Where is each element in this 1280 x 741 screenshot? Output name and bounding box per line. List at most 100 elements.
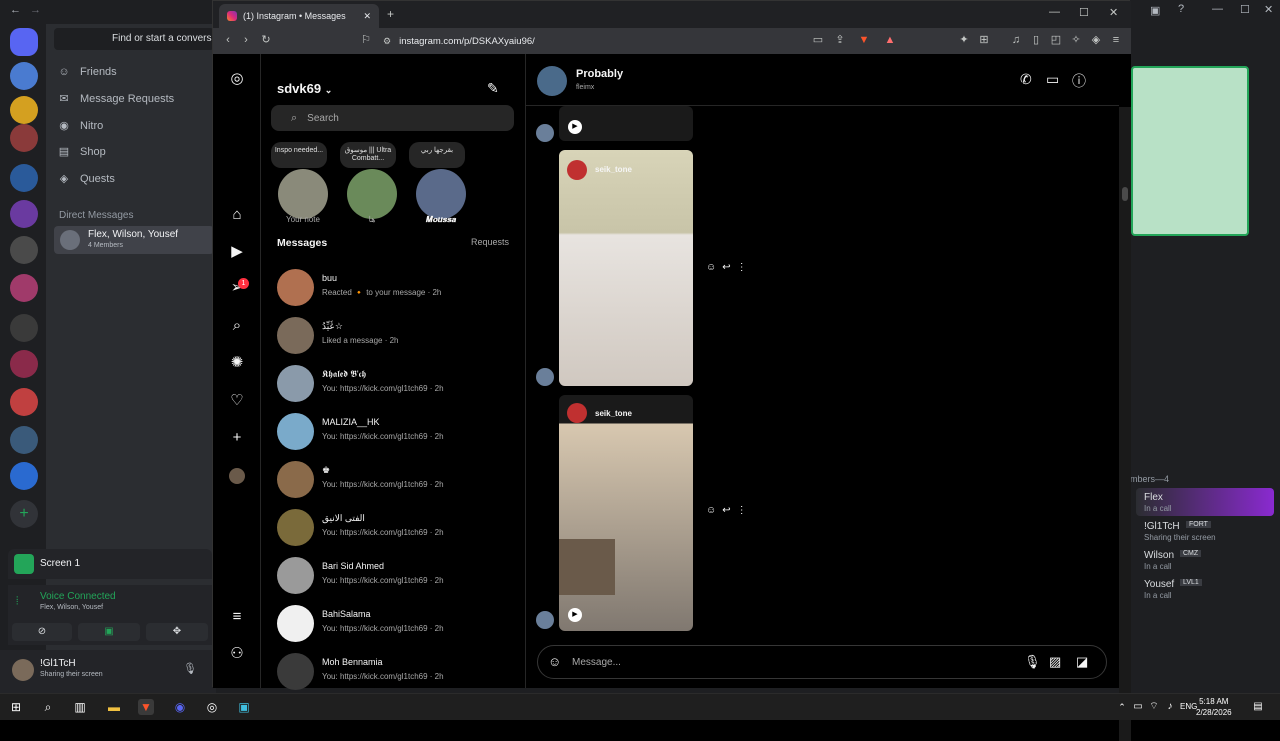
- info-icon[interactable]: ⓘ: [1072, 71, 1086, 91]
- conversation-item[interactable]: ♚ You: https://kick.com/gl1tch69 · 2h: [277, 457, 517, 503]
- share-icon[interactable]: ⇪: [833, 33, 847, 47]
- compose-icon[interactable]: ✎: [487, 80, 499, 97]
- home-icon[interactable]: ⌂: [228, 206, 246, 224]
- more-icon[interactable]: ⋮: [737, 505, 747, 516]
- conversation-item[interactable]: Moh Bennamia You: https://kick.com/gl1tch…: [277, 649, 517, 695]
- discord-home-icon[interactable]: [10, 28, 38, 56]
- wifi-icon[interactable]: ⌔: [1146, 699, 1162, 715]
- menu-icon[interactable]: ≡: [1109, 33, 1123, 47]
- create-icon[interactable]: +: [228, 429, 246, 447]
- close-icon[interactable]: ✕: [1264, 3, 1273, 16]
- forward-icon[interactable]: ›: [239, 33, 253, 47]
- sticker-icon[interactable]: ◪: [1076, 654, 1088, 670]
- app-icon[interactable]: ▣: [236, 699, 252, 715]
- search-icon[interactable]: ⌕: [228, 317, 246, 335]
- server-icon[interactable]: [10, 314, 38, 342]
- more-icon[interactable]: ⋮: [737, 262, 747, 273]
- server-icon[interactable]: [10, 96, 38, 124]
- avatar[interactable]: [12, 659, 34, 681]
- member-item[interactable]: Flex In a call: [1130, 490, 1280, 516]
- phone-icon[interactable]: ✆: [1020, 71, 1032, 88]
- extensions-icon[interactable]: ✦: [957, 33, 971, 47]
- cast-icon[interactable]: ▭: [811, 33, 825, 47]
- dm-search-input[interactable]: Find or start a conversat: [54, 28, 214, 50]
- nav-shop[interactable]: ▤ Shop: [58, 142, 208, 162]
- site-info-icon[interactable]: ⚙: [383, 36, 391, 47]
- account-switcher[interactable]: sdvk69 ⌄: [277, 81, 332, 96]
- server-icon[interactable]: [10, 462, 38, 490]
- camera-off-button[interactable]: ⊘: [12, 623, 72, 641]
- microphone-icon[interactable]: 🎙: [183, 662, 197, 675]
- help-icon[interactable]: ?: [1178, 3, 1184, 15]
- server-icon[interactable]: [10, 426, 38, 454]
- note-bubble[interactable]: موسوق ||| Ultra Combatt...: [340, 142, 396, 168]
- bookmark-icon[interactable]: ⚐: [359, 33, 373, 47]
- instagram-logo-icon[interactable]: ◎: [228, 70, 246, 88]
- close-tab-icon[interactable]: ✕: [363, 11, 371, 22]
- avatar[interactable]: [537, 66, 567, 96]
- reel-message[interactable]: ▶: [559, 106, 693, 141]
- reels-icon[interactable]: ▶: [228, 243, 246, 261]
- emoji-icon[interactable]: ☺: [548, 654, 561, 669]
- discord-app-icon[interactable]: ◉: [172, 699, 188, 715]
- brave-shield-icon[interactable]: ▼: [857, 33, 871, 47]
- react-icon[interactable]: ☺: [706, 505, 716, 516]
- stream-preview[interactable]: [1131, 66, 1249, 236]
- conversation-item[interactable]: Bari Sid Ahmed You: https://kick.com/gl1t…: [277, 553, 517, 599]
- chat-name[interactable]: Probably: [576, 68, 623, 80]
- wallet-icon[interactable]: ◰: [1049, 33, 1063, 47]
- conversation-item[interactable]: MALIZIA__HK You: https://kick.com/gl1tch6…: [277, 409, 517, 455]
- network-icon[interactable]: ▭: [1130, 699, 1146, 715]
- close-icon[interactable]: ✕: [1109, 6, 1118, 19]
- notification-icon[interactable]: ▤: [1250, 699, 1266, 715]
- server-icon[interactable]: [10, 124, 38, 152]
- reload-icon[interactable]: ↻: [259, 33, 273, 47]
- music-icon[interactable]: ♫: [1009, 33, 1023, 47]
- play-icon[interactable]: ▶: [568, 608, 582, 622]
- heart-icon[interactable]: ♡: [228, 392, 246, 410]
- video-call-icon[interactable]: ▭: [1046, 71, 1059, 88]
- microphone-icon[interactable]: 🎙: [1024, 654, 1041, 670]
- obs-icon[interactable]: ◎: [204, 699, 220, 715]
- sidebar-icon[interactable]: ▯: [1029, 33, 1043, 47]
- back-icon[interactable]: ←: [10, 4, 21, 16]
- meta-apps-icon[interactable]: ⚇: [228, 645, 246, 663]
- server-icon[interactable]: [10, 200, 38, 228]
- explore-icon[interactable]: ✺: [228, 354, 246, 372]
- downloads-icon[interactable]: ⊞: [977, 33, 991, 47]
- image-icon[interactable]: ▨: [1049, 654, 1061, 670]
- chevron-up-icon[interactable]: ⌃: [1114, 699, 1130, 715]
- member-item[interactable]: Yousef LVL1 In a call: [1130, 577, 1280, 603]
- conversation-item[interactable]: BahiSalama You: https://kick.com/gl1tch69…: [277, 601, 517, 647]
- scrollbar[interactable]: [1119, 107, 1131, 741]
- conversation-item[interactable]: buu Reacted 🔸 to your message · 2h: [277, 265, 517, 311]
- brave-browser-icon[interactable]: ▼: [138, 699, 154, 715]
- reply-icon[interactable]: ↩: [722, 262, 730, 273]
- volume-icon[interactable]: ♪: [1162, 699, 1178, 715]
- member-item[interactable]: Wilson CMZ In a call: [1130, 548, 1280, 574]
- server-icon[interactable]: [10, 274, 38, 302]
- nav-quests[interactable]: ◈ Quests: [58, 169, 208, 189]
- member-item[interactable]: !Gl1TcH FORT Sharing their screen: [1130, 519, 1280, 545]
- react-icon[interactable]: ☺: [706, 262, 716, 273]
- windows-start-icon[interactable]: ⊞: [8, 699, 24, 715]
- screen-share-panel[interactable]: Screen 1: [8, 549, 212, 579]
- conversation-item[interactable]: ڠَيِّدُ☆ Liked a message · 2h: [277, 313, 517, 359]
- activities-button[interactable]: ✥: [146, 623, 208, 641]
- search-input[interactable]: ⌕ Search: [271, 105, 514, 131]
- conversation-item[interactable]: 𝕶𝖍𝖆𝖑𝖊𝖉 𝕭'𝖈𝖍 You: https://kick.com/gl1tch6…: [277, 361, 517, 407]
- nav-message-requests[interactable]: ✉ Message Requests: [58, 89, 208, 109]
- note-bubble[interactable]: Inspo needed...: [271, 142, 327, 168]
- server-icon[interactable]: [10, 164, 38, 192]
- reel-message[interactable]: seik_tone: [559, 150, 693, 386]
- task-view-icon[interactable]: ▥: [72, 699, 88, 715]
- reply-icon[interactable]: ↩: [722, 505, 730, 516]
- back-icon[interactable]: ‹: [221, 33, 235, 47]
- server-icon[interactable]: [10, 350, 38, 378]
- brave-rewards-icon[interactable]: ▲: [883, 33, 897, 47]
- reel-message[interactable]: seik_tone ▶: [559, 395, 693, 631]
- more-menu-icon[interactable]: ≡: [228, 608, 246, 626]
- new-tab-icon[interactable]: +: [387, 7, 394, 21]
- conversation-item[interactable]: الفتى الانيق You: https://kick.com/gl1tch…: [277, 505, 517, 551]
- nav-nitro[interactable]: ◉ Nitro: [58, 116, 208, 136]
